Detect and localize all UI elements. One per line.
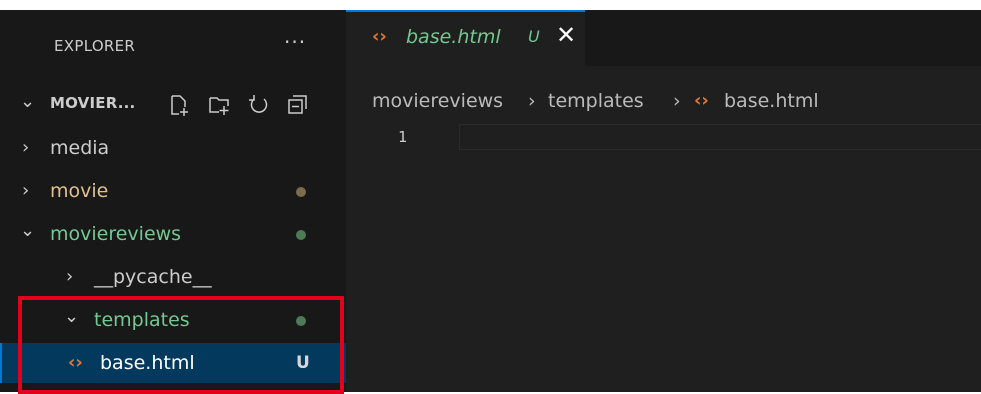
refresh-icon[interactable] <box>248 94 270 116</box>
folder-section-header[interactable]: ⌄ MOVIER... <box>0 85 346 123</box>
tree-item-label: __pycache__ <box>94 266 212 288</box>
html-file-icon: ‹› <box>694 90 709 111</box>
breadcrumb-separator: › <box>673 90 681 112</box>
tab-bar: ‹› base.html U ✕ <box>346 10 981 66</box>
vscode-window: EXPLORER ··· ⌄ MOVIER... › media › movie… <box>0 10 981 394</box>
tab-base-html[interactable]: ‹› base.html U ✕ <box>346 10 585 66</box>
untracked-dot <box>296 230 306 240</box>
tab-untracked-badge: U <box>528 27 540 46</box>
tree-item-label: movie <box>50 180 109 202</box>
tree-item-moviereviews[interactable]: ⌄ moviereviews <box>0 214 346 256</box>
chevron-down-icon: ⌄ <box>20 220 36 241</box>
line-number: 1 <box>398 128 408 146</box>
chevron-right-icon: › <box>66 266 74 287</box>
breadcrumb-item-base-html[interactable]: base.html <box>724 90 819 112</box>
collapse-all-icon[interactable] <box>286 94 308 116</box>
breadcrumb-separator: › <box>528 90 536 112</box>
chevron-down-icon: ⌄ <box>20 91 36 112</box>
more-actions-button[interactable]: ··· <box>284 30 306 54</box>
top-strip <box>0 0 981 10</box>
tree-item-label: media <box>50 137 110 159</box>
breadcrumb-item-moviereviews[interactable]: moviereviews <box>372 90 503 112</box>
new-folder-icon[interactable] <box>208 94 230 116</box>
editor-area: ‹› base.html U ✕ moviereviews › template… <box>346 10 981 392</box>
explorer-title: EXPLORER <box>54 37 136 55</box>
chevron-right-icon: › <box>22 137 30 158</box>
breadcrumb-item-templates[interactable]: templates <box>548 90 644 112</box>
chevron-right-icon: › <box>22 180 30 201</box>
tree-item-media[interactable]: › media <box>0 128 346 170</box>
folder-name: MOVIER... <box>50 94 136 112</box>
tree-item-pycache[interactable]: › __pycache__ <box>0 257 346 299</box>
highlight-annotation-box <box>18 296 344 394</box>
tree-item-movie[interactable]: › movie <box>0 171 346 213</box>
new-file-icon[interactable] <box>168 94 190 116</box>
tree-item-label: moviereviews <box>50 223 182 245</box>
current-line-highlight[interactable] <box>459 124 981 150</box>
tab-label: base.html <box>406 26 501 48</box>
explorer-sidebar: EXPLORER ··· ⌄ MOVIER... › media › movie… <box>0 10 346 394</box>
close-icon[interactable]: ✕ <box>556 21 576 49</box>
html-file-icon: ‹› <box>372 26 387 47</box>
modified-dot <box>296 187 306 197</box>
